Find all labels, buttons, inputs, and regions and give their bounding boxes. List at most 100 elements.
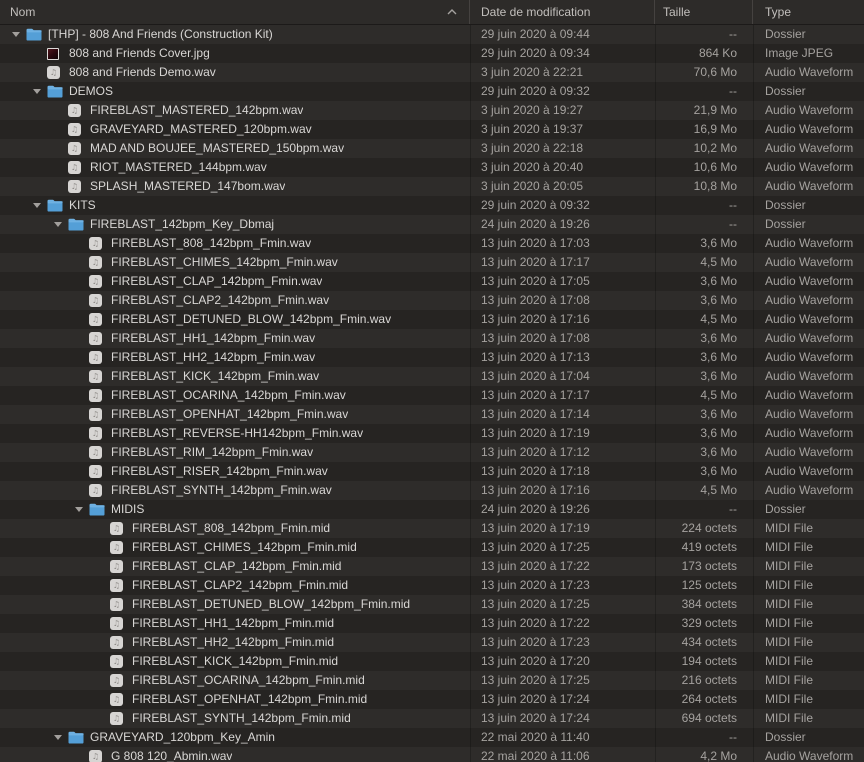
file-row[interactable]: ♫ FIREBLAST_RISER_142bpm_Fmin.wav 13 jui… bbox=[0, 462, 864, 481]
midi-file-icon: ♫ bbox=[110, 655, 126, 669]
midi-file-icon: ♫ bbox=[110, 674, 126, 688]
size-cell: -- bbox=[655, 196, 753, 215]
file-row[interactable]: ♫ FIREBLAST_DETUNED_BLOW_142bpm_Fmin.mid… bbox=[0, 595, 864, 614]
file-name-label: GRAVEYARD_120bpm_Key_Amin bbox=[90, 728, 275, 747]
type-cell: Audio Waveform bbox=[753, 234, 864, 253]
name-cell: ♫ FIREBLAST_HH2_142bpm_Fmin.wav bbox=[0, 348, 470, 367]
date-modified-cell: 13 juin 2020 à 17:08 bbox=[470, 329, 655, 348]
type-cell: Audio Waveform bbox=[753, 101, 864, 120]
file-row[interactable]: ♫ FIREBLAST_CLAP2_142bpm_Fmin.wav 13 jui… bbox=[0, 291, 864, 310]
file-name-label: RIOT_MASTERED_144bpm.wav bbox=[90, 158, 267, 177]
file-row[interactable]: ♫ FIREBLAST_KICK_142bpm_Fmin.wav 13 juin… bbox=[0, 367, 864, 386]
column-separator bbox=[470, 24, 471, 762]
file-row[interactable]: ♫ FIREBLAST_OPENHAT_142bpm_Fmin.mid 13 j… bbox=[0, 690, 864, 709]
type-cell: Audio Waveform bbox=[753, 158, 864, 177]
size-cell: -- bbox=[655, 728, 753, 747]
disclosure-triangle-icon[interactable] bbox=[69, 500, 89, 519]
file-row[interactable]: ♫ FIREBLAST_CLAP2_142bpm_Fmin.mid 13 jui… bbox=[0, 576, 864, 595]
name-cell: ♫ FIREBLAST_SYNTH_142bpm_Fmin.wav bbox=[0, 481, 470, 500]
folder-row[interactable]: FIREBLAST_142bpm_Key_Dbmaj 24 juin 2020 … bbox=[0, 215, 864, 234]
disclosure-triangle-icon[interactable] bbox=[48, 728, 68, 747]
date-modified-cell: 13 juin 2020 à 17:23 bbox=[470, 633, 655, 652]
disclosure-triangle-icon[interactable] bbox=[48, 215, 68, 234]
column-header-name[interactable]: Nom bbox=[0, 0, 470, 24]
audio-file-icon: ♫ bbox=[89, 427, 105, 441]
midi-file-icon: ♫ bbox=[110, 560, 126, 574]
folder-icon bbox=[68, 218, 84, 232]
file-row[interactable]: ♫ RIOT_MASTERED_144bpm.wav 3 juin 2020 à… bbox=[0, 158, 864, 177]
type-cell: MIDI File bbox=[753, 576, 864, 595]
type-cell: Audio Waveform bbox=[753, 405, 864, 424]
type-cell: Dossier bbox=[753, 500, 864, 519]
date-modified-cell: 13 juin 2020 à 17:25 bbox=[470, 671, 655, 690]
file-name-label: FIREBLAST_KICK_142bpm_Fmin.mid bbox=[132, 652, 338, 671]
file-row[interactable]: ♫ FIREBLAST_REVERSE-HH142bpm_Fmin.wav 13… bbox=[0, 424, 864, 443]
size-cell: 10,2 Mo bbox=[655, 139, 753, 158]
file-row[interactable]: ♫ FIREBLAST_HH2_142bpm_Fmin.wav 13 juin … bbox=[0, 348, 864, 367]
name-cell: ♫ FIREBLAST_CLAP2_142bpm_Fmin.wav bbox=[0, 291, 470, 310]
audio-file-icon: ♫ bbox=[68, 123, 84, 137]
file-name-label: 808 and Friends Demo.wav bbox=[69, 63, 216, 82]
folder-row[interactable]: MIDIS 24 juin 2020 à 19:26 -- Dossier bbox=[0, 500, 864, 519]
disclosure-triangle-icon[interactable] bbox=[27, 82, 47, 101]
file-row[interactable]: ♫ FIREBLAST_RIM_142bpm_Fmin.wav 13 juin … bbox=[0, 443, 864, 462]
name-cell: ♫ FIREBLAST_CHIMES_142bpm_Fmin.wav bbox=[0, 253, 470, 272]
folder-row[interactable]: [THP] - 808 And Friends (Construction Ki… bbox=[0, 25, 864, 44]
file-row[interactable]: ♫ FIREBLAST_CLAP_142bpm_Fmin.mid 13 juin… bbox=[0, 557, 864, 576]
file-list: [THP] - 808 And Friends (Construction Ki… bbox=[0, 25, 864, 762]
name-cell: ♫ FIREBLAST_808_142bpm_Fmin.wav bbox=[0, 234, 470, 253]
folder-row[interactable]: GRAVEYARD_120bpm_Key_Amin 22 mai 2020 à … bbox=[0, 728, 864, 747]
file-row[interactable]: ♫ FIREBLAST_MASTERED_142bpm.wav 3 juin 2… bbox=[0, 101, 864, 120]
size-cell: 3,6 Mo bbox=[655, 234, 753, 253]
file-row[interactable]: ♫ FIREBLAST_CHIMES_142bpm_Fmin.wav 13 ju… bbox=[0, 253, 864, 272]
file-row[interactable]: ♫ FIREBLAST_SYNTH_142bpm_Fmin.wav 13 jui… bbox=[0, 481, 864, 500]
date-modified-cell: 13 juin 2020 à 17:24 bbox=[470, 690, 655, 709]
file-row[interactable]: ♫ FIREBLAST_OCARINA_142bpm_Fmin.mid 13 j… bbox=[0, 671, 864, 690]
folder-row[interactable]: DEMOS 29 juin 2020 à 09:32 -- Dossier bbox=[0, 82, 864, 101]
name-cell: ♫ FIREBLAST_RISER_142bpm_Fmin.wav bbox=[0, 462, 470, 481]
date-modified-cell: 29 juin 2020 à 09:44 bbox=[470, 25, 655, 44]
file-row[interactable]: ♫ FIREBLAST_KICK_142bpm_Fmin.mid 13 juin… bbox=[0, 652, 864, 671]
name-cell: ♫ FIREBLAST_SYNTH_142bpm_Fmin.mid bbox=[0, 709, 470, 728]
file-row[interactable]: ♫ SPLASH_MASTERED_147bom.wav 3 juin 2020… bbox=[0, 177, 864, 196]
file-row[interactable]: ♫ FIREBLAST_DETUNED_BLOW_142bpm_Fmin.wav… bbox=[0, 310, 864, 329]
file-row[interactable]: ♫ FIREBLAST_HH2_142bpm_Fmin.mid 13 juin … bbox=[0, 633, 864, 652]
file-row[interactable]: ♫ 808 and Friends Demo.wav 3 juin 2020 à… bbox=[0, 63, 864, 82]
audio-file-icon: ♫ bbox=[89, 332, 105, 346]
file-row[interactable]: ♫ G 808 120_Abmin.wav 22 mai 2020 à 11:0… bbox=[0, 747, 864, 762]
file-row[interactable]: ♫ FIREBLAST_CHIMES_142bpm_Fmin.mid 13 ju… bbox=[0, 538, 864, 557]
date-modified-cell: 13 juin 2020 à 17:13 bbox=[470, 348, 655, 367]
disclosure-triangle-icon[interactable] bbox=[6, 25, 26, 44]
file-row[interactable]: ♫ FIREBLAST_SYNTH_142bpm_Fmin.mid 13 jui… bbox=[0, 709, 864, 728]
file-row[interactable]: ♫ FIREBLAST_CLAP_142bpm_Fmin.wav 13 juin… bbox=[0, 272, 864, 291]
date-modified-cell: 13 juin 2020 à 17:12 bbox=[470, 443, 655, 462]
folder-row[interactable]: KITS 29 juin 2020 à 09:32 -- Dossier bbox=[0, 196, 864, 215]
file-row[interactable]: ♫ FIREBLAST_HH1_142bpm_Fmin.wav 13 juin … bbox=[0, 329, 864, 348]
file-row[interactable]: ♫ FIREBLAST_HH1_142bpm_Fmin.mid 13 juin … bbox=[0, 614, 864, 633]
folder-icon bbox=[89, 503, 105, 517]
file-name-label: FIREBLAST_CLAP_142bpm_Fmin.mid bbox=[132, 557, 341, 576]
type-cell: MIDI File bbox=[753, 690, 864, 709]
column-header-type[interactable]: Type bbox=[753, 0, 864, 24]
audio-file-icon: ♫ bbox=[89, 446, 105, 460]
file-row[interactable]: ♫ GRAVEYARD_MASTERED_120bpm.wav 3 juin 2… bbox=[0, 120, 864, 139]
file-row[interactable]: ♫ MAD AND BOUJEE_MASTERED_150bpm.wav 3 j… bbox=[0, 139, 864, 158]
midi-file-icon: ♫ bbox=[110, 636, 126, 650]
column-header-name-label: Nom bbox=[10, 5, 35, 19]
midi-file-icon: ♫ bbox=[110, 522, 126, 536]
size-cell: -- bbox=[655, 215, 753, 234]
file-name-label: G 808 120_Abmin.wav bbox=[111, 747, 232, 762]
column-header-size[interactable]: Taille bbox=[655, 0, 753, 24]
file-row[interactable]: ♫ FIREBLAST_808_142bpm_Fmin.wav 13 juin … bbox=[0, 234, 864, 253]
column-header-row: Nom Date de modification Taille Type bbox=[0, 0, 864, 25]
file-row[interactable]: 808 and Friends Cover.jpg 29 juin 2020 à… bbox=[0, 44, 864, 63]
type-cell: Audio Waveform bbox=[753, 310, 864, 329]
file-row[interactable]: ♫ FIREBLAST_OPENHAT_142bpm_Fmin.wav 13 j… bbox=[0, 405, 864, 424]
type-cell: MIDI File bbox=[753, 519, 864, 538]
file-row[interactable]: ♫ FIREBLAST_OCARINA_142bpm_Fmin.wav 13 j… bbox=[0, 386, 864, 405]
column-header-date[interactable]: Date de modification bbox=[470, 0, 655, 24]
file-name-label: FIREBLAST_CHIMES_142bpm_Fmin.wav bbox=[111, 253, 338, 272]
disclosure-triangle-icon[interactable] bbox=[27, 196, 47, 215]
image-file-icon bbox=[47, 47, 63, 61]
file-row[interactable]: ♫ FIREBLAST_808_142bpm_Fmin.mid 13 juin … bbox=[0, 519, 864, 538]
